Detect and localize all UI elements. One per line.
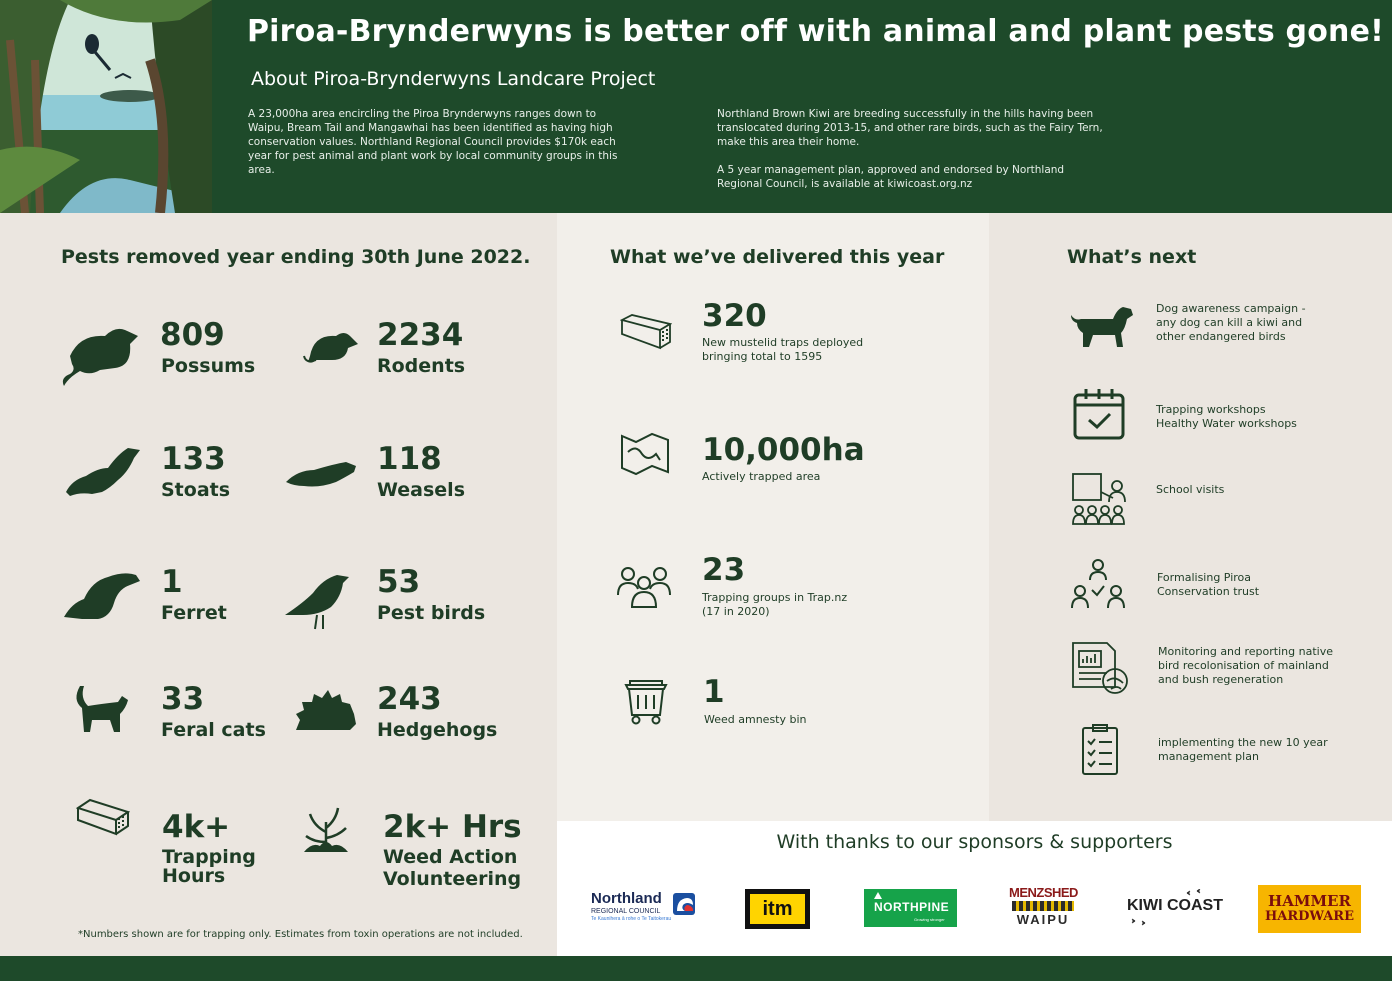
groups-desc-1: Trapping groups in Trap.nz [702, 591, 848, 604]
northland-logo-maori: Te Kaunihera ā rohe o Te Taitokerau [591, 916, 672, 922]
checklist-icon [1082, 724, 1118, 775]
area-count: 10,000ha [702, 432, 865, 468]
weasels-count: 118 [377, 441, 442, 477]
weasel-icon [286, 462, 356, 487]
dog-icon [1071, 307, 1133, 347]
hedgehogs-label: Hedgehogs [377, 719, 498, 741]
workshops-line-2: Healthy Water workshops [1156, 417, 1297, 430]
dog-line-3: other endangered birds [1156, 330, 1286, 343]
trap-icon [76, 798, 130, 836]
calendar-icon [1073, 389, 1125, 440]
dog-line-2: any dog can kill a kiwi and [1156, 316, 1303, 329]
hours-label: Hours [162, 865, 226, 887]
weed-hours-count: 2k+ Hrs [383, 809, 522, 845]
monitoring-line-3: and bush regeneration [1158, 673, 1284, 686]
delivered-heading: What we’ve delivered this year [610, 246, 945, 268]
itm-logo-text: itm [750, 894, 805, 924]
bird-icon [285, 575, 349, 630]
stoats-count: 133 [161, 441, 226, 477]
ferret-label: Ferret [161, 602, 227, 624]
northland-council-logo[interactable]: Northland REGIONAL COUNCIL Te Kaunihera … [591, 891, 699, 927]
classroom-icon [1072, 473, 1126, 525]
about-heading: About Piroa-Brynderwyns Landcare Project [251, 68, 656, 90]
possums-label: Possums [161, 355, 256, 377]
area-desc: Actively trapped area [702, 470, 821, 483]
plan-line-1: implementing the new 10 year [1158, 736, 1328, 749]
kiwi-footprints-icon [1131, 889, 1201, 926]
page-title: Piroa-Brynderwyns is better off with ani… [247, 14, 1385, 49]
northpine-logo[interactable]: NORTHPINE Growing stronger [864, 889, 957, 927]
hammer-logo-top: HAMMER [1268, 892, 1351, 910]
rodents-count: 2234 [377, 317, 464, 353]
weed-icon [304, 807, 348, 852]
hedgehog-icon [296, 690, 356, 730]
northland-wave-icon [673, 893, 695, 915]
hammer-hardware-logo[interactable]: HAMMER HARDWARE [1258, 885, 1361, 933]
menzshed-stripe [1012, 901, 1074, 911]
next-section: What’s next Dog awareness campaign - any… [989, 213, 1392, 821]
forest-illustration [0, 0, 212, 213]
sponsors-section: With thanks to our sponsors & supporters… [557, 821, 1392, 956]
trapping-hours-count: 4k+ [162, 809, 231, 845]
pine-tree-icon [874, 892, 882, 899]
ferret-count: 1 [161, 564, 183, 600]
trust-line-1: Formalising Piroa [1157, 571, 1251, 584]
pest-birds-label: Pest birds [377, 602, 486, 624]
groups-count: 23 [702, 552, 746, 588]
group-icon [617, 567, 671, 608]
kiwi-coast-logo[interactable]: KIWI COAST [1127, 889, 1232, 927]
bin-count: 1 [703, 674, 725, 710]
hammer-logo-bottom: HARDWARE [1264, 909, 1354, 924]
dog-line-1: Dog awareness campaign - [1156, 302, 1306, 315]
menzshed-logo-place: WAIPU [1016, 912, 1070, 927]
rodent-icon [303, 333, 358, 363]
team-icon [1071, 559, 1125, 609]
monitoring-line-2: bird recolonisation of mainland [1158, 659, 1329, 672]
feral-cats-label: Feral cats [161, 719, 266, 741]
monitoring-line-1: Monitoring and reporting native [1158, 645, 1333, 658]
weed-action-label: Weed Action [383, 846, 518, 868]
possum-icon [62, 328, 138, 386]
ferret-icon [64, 573, 140, 619]
menzshed-logo-name: MENZSHED [1009, 885, 1078, 900]
delivered-section: What we’ve delivered this year 320 New m… [557, 213, 989, 821]
intro-text-plan: A 5 year management plan, approved and e… [717, 164, 1065, 190]
map-icon [621, 432, 669, 476]
header-banner: Piroa-Brynderwyns is better off with ani… [0, 0, 1392, 213]
northpine-logo-text: NORTHPINE [874, 900, 950, 914]
bin-icon [624, 680, 668, 725]
stoat-icon [66, 448, 140, 496]
northpine-logo-tag: Growing stronger [914, 917, 945, 922]
traps-count: 320 [702, 298, 767, 334]
report-icon [1072, 642, 1128, 694]
footnote: *Numbers shown are for trapping only. Es… [78, 929, 523, 940]
trap-box-icon [620, 314, 672, 350]
traps-desc-1: New mustelid traps deployed [702, 336, 864, 349]
possums-count: 809 [160, 317, 225, 353]
rodents-label: Rodents [377, 355, 466, 377]
pest-birds-count: 53 [377, 564, 421, 600]
cat-icon [76, 686, 128, 732]
stoats-label: Stoats [161, 479, 231, 501]
hedgehogs-count: 243 [377, 681, 442, 717]
weasels-label: Weasels [377, 479, 466, 501]
menzshed-logo[interactable]: MENZSHED WAIPU [1009, 885, 1078, 933]
volunteering-label: Volunteering [383, 868, 522, 890]
next-heading: What’s next [1067, 246, 1197, 268]
plan-line-2: management plan [1158, 750, 1259, 763]
groups-desc-2: (17 in 2020) [702, 605, 770, 618]
bin-desc: Weed amnesty bin [704, 713, 807, 726]
pests-section: Pests removed year ending 30th June 2022… [0, 213, 557, 956]
intro-text-kiwi: Northland Brown Kiwi are breeding succes… [717, 108, 1103, 148]
feral-cats-count: 33 [161, 681, 205, 717]
itm-logo[interactable]: itm [745, 889, 810, 929]
trust-line-2: Conservation trust [1157, 585, 1260, 598]
workshops-line-1: Trapping workshops [1156, 403, 1266, 416]
pests-heading: Pests removed year ending 30th June 2022… [61, 246, 531, 268]
intro-text-left: A 23,000ha area encircling the Piroa Bry… [248, 108, 618, 176]
traps-desc-2: bringing total to 1595 [702, 350, 823, 363]
footer-bar [0, 956, 1392, 981]
school-visits-text: School visits [1156, 483, 1225, 496]
sponsors-heading: With thanks to our sponsors & supporters [776, 831, 1173, 853]
